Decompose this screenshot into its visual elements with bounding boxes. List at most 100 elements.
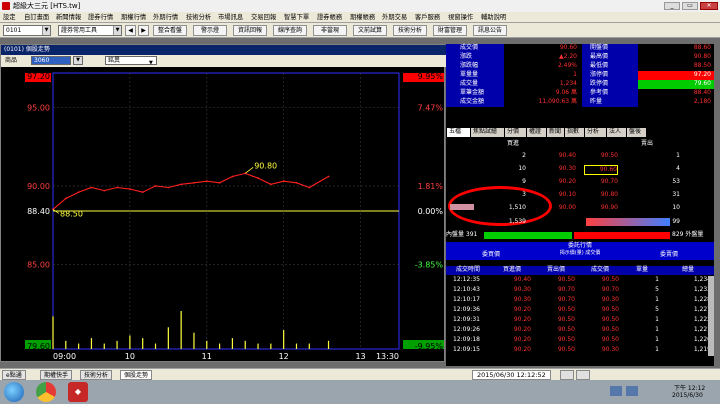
window-tab[interactable]: e點通 <box>2 370 26 380</box>
product-input[interactable]: 3060 <box>31 56 71 65</box>
quote-tab[interactable]: 權證 <box>527 128 546 137</box>
window-tab[interactable]: 技術分析 <box>80 370 113 380</box>
trade-cell: 12:09:36 <box>453 306 480 313</box>
trade-col-header: 單量 <box>622 266 662 275</box>
price-point <box>257 177 259 179</box>
price-point <box>308 186 311 189</box>
quote-value: 88.40 <box>693 89 711 96</box>
volume-bar <box>90 338 93 349</box>
tray-icon[interactable] <box>610 386 622 396</box>
start-button-icon[interactable] <box>4 382 24 402</box>
y-tick-label-right: 7.47% <box>418 104 444 113</box>
menu-item[interactable]: 交易回報 <box>251 12 276 23</box>
menu-item[interactable]: 視窗操作 <box>448 12 473 23</box>
chevron-down-icon[interactable]: ▼ <box>73 56 83 65</box>
quote-tab[interactable]: 五檔 <box>447 128 470 137</box>
price-point <box>327 175 330 178</box>
trade-cell: 1,233 <box>693 286 711 293</box>
quote-tab[interactable]: 分析 <box>585 128 606 137</box>
volume-icon[interactable] <box>626 386 638 396</box>
price-point <box>218 181 221 184</box>
trade-cell: 90.50 <box>557 306 575 313</box>
price-point <box>64 197 67 200</box>
nav-forward-button[interactable]: ▶ <box>138 25 149 36</box>
trading-app-icon[interactable]: ◆ <box>68 382 88 402</box>
function-code-value: 0101 <box>6 27 22 34</box>
quote-tab[interactable]: 法人 <box>607 128 626 137</box>
y-tick-label-right: 9.95% <box>418 72 444 81</box>
toolbar-button[interactable]: 警示燈 <box>193 25 227 36</box>
scrollbar[interactable] <box>708 276 714 356</box>
minimize-icon[interactable]: _ <box>664 2 680 10</box>
toolbar-button[interactable]: 線序查詢 <box>273 25 307 36</box>
menu-item[interactable]: 客戶服務 <box>415 12 440 23</box>
menu-item[interactable]: 期權行情 <box>121 12 146 23</box>
toolbar-button[interactable]: 財富管理 <box>433 25 467 36</box>
intraday-chart-window: (0101) 個股走勢 商品 3060 ▼ 銘異 ▼ 97.20 9.95% 95.… <box>0 44 446 362</box>
menu-item[interactable]: 技術分析 <box>186 12 211 23</box>
tool-combo[interactable]: 證券常用工具 ▼ <box>58 25 122 36</box>
function-code-combo[interactable]: 0101 ▼ <box>3 25 51 36</box>
menu-item[interactable]: 證券行情 <box>88 12 113 23</box>
volume-bar <box>206 340 208 349</box>
book-ask-price: 90.80 <box>600 191 618 198</box>
quote-tab[interactable]: 分價 <box>505 128 526 137</box>
menu-item[interactable]: 外期行情 <box>153 12 178 23</box>
quote-value: 88.50 <box>693 62 711 69</box>
book-bid-price: 90.40 <box>558 152 576 159</box>
menu-item[interactable]: 外期交易 <box>382 12 407 23</box>
product-label: 商品 <box>5 57 18 64</box>
toolbar-button[interactable]: 訊息公告 <box>473 25 507 36</box>
book-bid-price: 90.20 <box>558 178 576 185</box>
menu-item[interactable]: 智慧下單 <box>284 12 309 23</box>
nav-back-button[interactable]: ◀ <box>125 25 136 36</box>
y-tick-label-left: 85.00 <box>27 260 50 269</box>
trade-cell: 90.50 <box>601 276 619 283</box>
quote-tab[interactable]: 盤後 <box>627 128 646 137</box>
menu-item[interactable]: 輔助說明 <box>481 12 506 23</box>
book-ask-qty: 10 <box>672 204 680 211</box>
menu-item[interactable]: 新聞情報 <box>56 12 81 23</box>
trade-cell: 1 <box>655 276 659 283</box>
toolbar-button[interactable]: 文前試算 <box>353 25 387 36</box>
trade-cell: 90.70 <box>557 286 575 293</box>
trade-cell: 1,219 <box>693 346 711 353</box>
window-tab[interactable]: 期權快手 <box>40 370 73 380</box>
toolbar-button[interactable]: 非當現 <box>313 25 347 36</box>
browser-icon[interactable] <box>36 382 56 402</box>
chevron-down-icon[interactable]: ▼ <box>113 26 121 35</box>
quote-tab[interactable]: 指數 <box>565 128 584 137</box>
trade-col-header: 總量 <box>662 266 714 275</box>
menu-item[interactable]: 設定 <box>3 12 16 23</box>
close-icon[interactable]: ✕ <box>700 2 718 10</box>
price-point <box>205 180 208 183</box>
volume-bar <box>295 343 298 349</box>
window-controls: _ ▭ ✕ <box>662 0 720 12</box>
quote-tab[interactable]: 新聞 <box>547 128 564 137</box>
toolbar-button[interactable]: 技術分析 <box>393 25 427 36</box>
trade-cell: 1,228 <box>693 296 711 303</box>
trade-cell: 90.50 <box>557 346 575 353</box>
menu-item[interactable]: 期權帳務 <box>350 12 375 23</box>
menu-item[interactable]: 證券帳務 <box>317 12 342 23</box>
tool-combo-value: 證券常用工具 <box>61 27 98 34</box>
toolbar-button[interactable]: 整合看盤 <box>153 25 187 36</box>
y-tick-label-right: -9.95% <box>415 342 444 351</box>
quote-tab[interactable]: 焦點試繪 <box>471 128 504 137</box>
price-point <box>116 186 118 189</box>
x-tick-label: 13:30 <box>376 352 399 361</box>
quote-label: 成交價 <box>446 44 504 53</box>
maximize-icon[interactable]: ▭ <box>682 2 698 10</box>
trade-cell: 90.20 <box>513 306 531 313</box>
window-tab-active[interactable]: 個股走勢 <box>120 370 153 380</box>
trade-cell: 1,227 <box>693 306 711 313</box>
intraday-chart[interactable]: 97.20 9.95% 95.00 7.47% 90.00 1.81% 88.40 0.00%… <box>1 67 444 361</box>
menu-item[interactable]: 自訂畫面 <box>24 12 49 23</box>
toolbar-button[interactable]: 資訊回報 <box>233 25 267 36</box>
menu-item[interactable]: 市場訊息 <box>218 12 243 23</box>
trade-cell: 12:09:15 <box>453 346 480 353</box>
chevron-down-icon[interactable]: ▼ <box>42 26 50 35</box>
trade-cell: 12:09:18 <box>453 336 480 343</box>
datetime-display: 2015/06/30 12:12:52 <box>472 370 551 380</box>
price-point <box>295 181 298 184</box>
